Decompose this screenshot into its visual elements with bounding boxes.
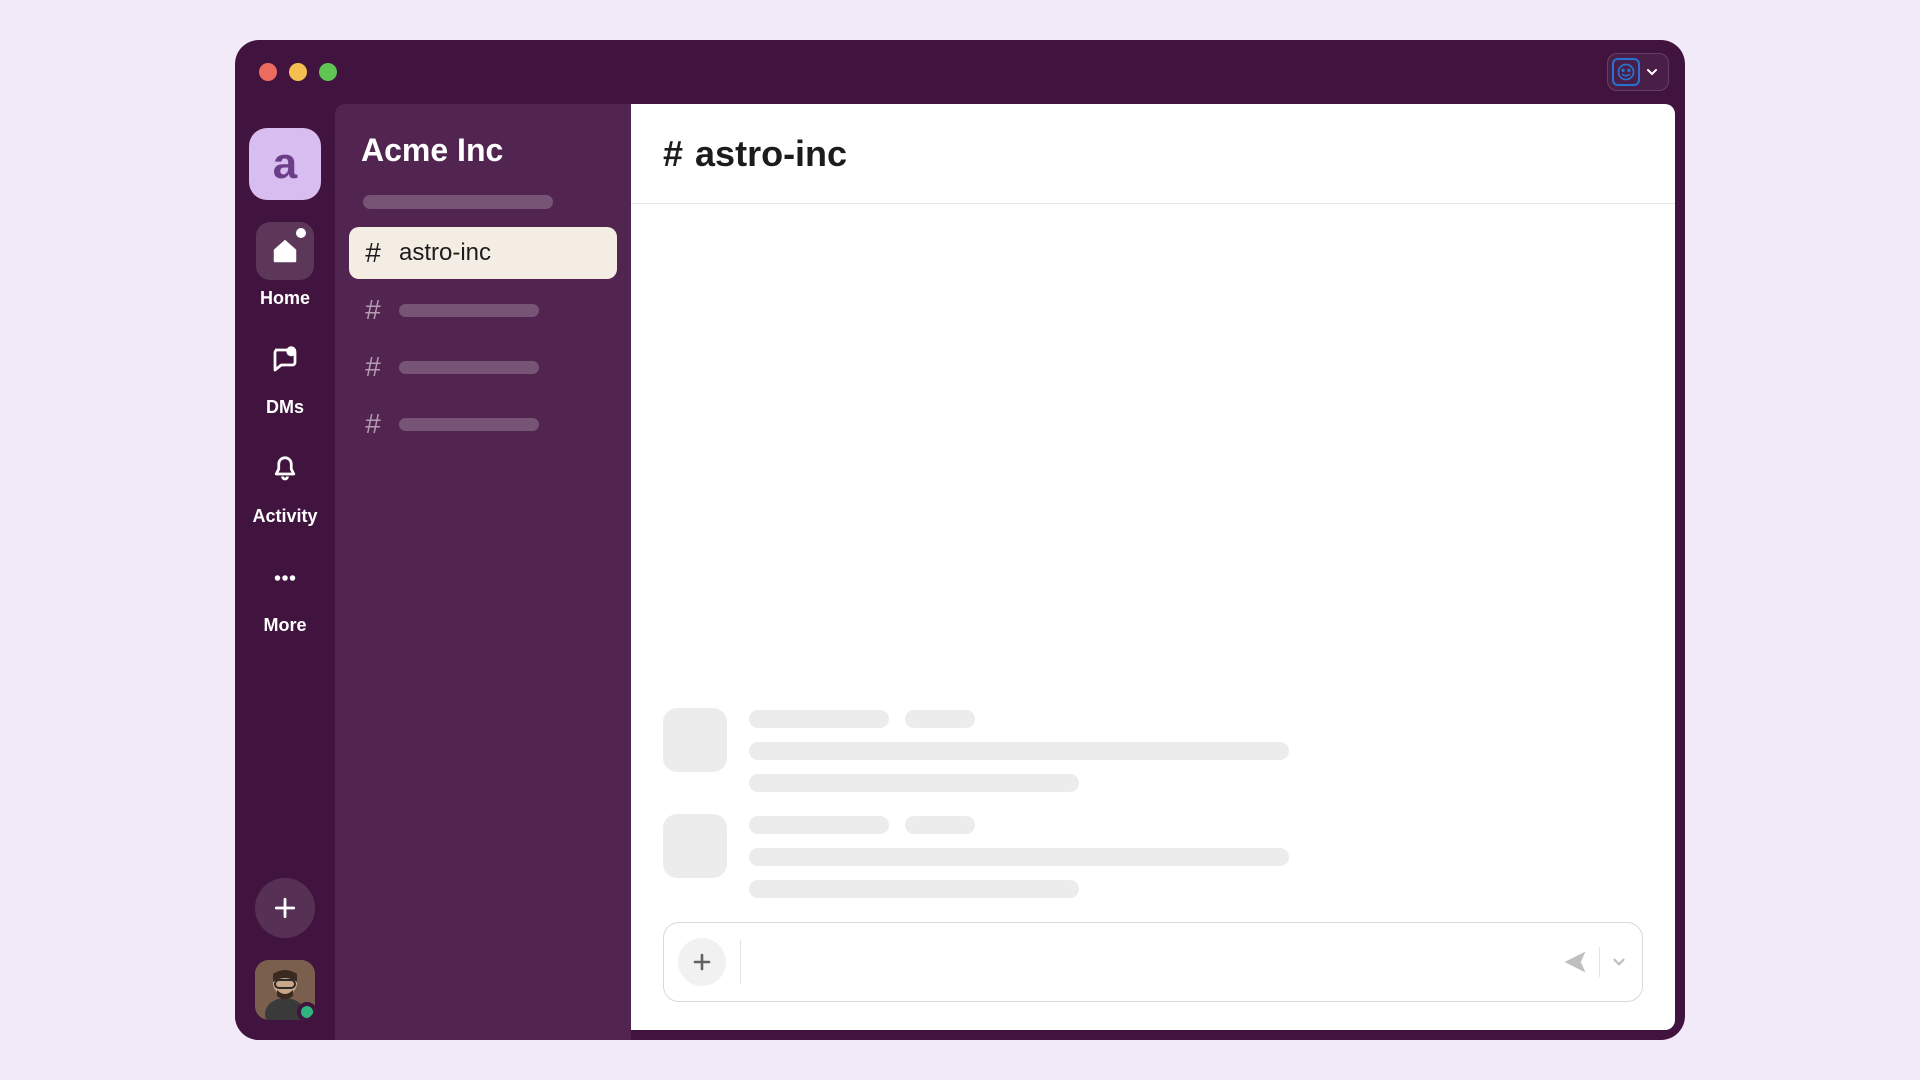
message-input[interactable] bbox=[755, 923, 1547, 1001]
left-rail: a Home DMs bbox=[235, 104, 335, 1040]
line-skeleton bbox=[749, 848, 1289, 866]
send-controls bbox=[1561, 947, 1628, 977]
hash-icon: # bbox=[363, 408, 383, 440]
titlebar bbox=[235, 40, 1685, 104]
attach-button[interactable] bbox=[678, 938, 726, 986]
message-skeleton bbox=[663, 708, 1643, 792]
dms-icon bbox=[270, 345, 300, 375]
line-skeleton bbox=[905, 816, 975, 834]
nav-dms-label: DMs bbox=[266, 397, 304, 418]
nav-dms[interactable]: DMs bbox=[256, 331, 314, 418]
nav-more[interactable]: More bbox=[256, 549, 314, 636]
ellipsis-icon bbox=[270, 563, 300, 593]
hash-icon: # bbox=[663, 133, 683, 175]
channel-skeleton bbox=[399, 304, 539, 317]
window-maximize-button[interactable] bbox=[319, 63, 337, 81]
nav-home-label: Home bbox=[260, 288, 310, 309]
home-icon-box bbox=[256, 222, 314, 280]
channel-content: # astro-inc bbox=[631, 104, 1675, 1030]
message-list bbox=[631, 204, 1675, 906]
line-skeleton bbox=[749, 774, 1079, 792]
channel-header[interactable]: # astro-inc bbox=[631, 104, 1675, 204]
message-composer bbox=[663, 922, 1643, 1002]
channel-placeholder[interactable]: # bbox=[349, 398, 617, 450]
workspace-menu-button[interactable] bbox=[1607, 53, 1669, 91]
hash-icon: # bbox=[363, 351, 383, 383]
traffic-lights bbox=[259, 63, 337, 81]
channel-name-label: astro-inc bbox=[399, 239, 491, 267]
bell-icon bbox=[270, 454, 300, 484]
channel-placeholder[interactable]: # bbox=[349, 284, 617, 336]
plus-icon bbox=[690, 950, 714, 974]
channel-placeholder[interactable]: # bbox=[349, 341, 617, 393]
nav-activity-label: Activity bbox=[252, 506, 317, 527]
line-skeleton bbox=[749, 742, 1289, 760]
chevron-down-icon[interactable] bbox=[1610, 953, 1628, 971]
dms-icon-box bbox=[256, 331, 314, 389]
plus-icon bbox=[272, 895, 298, 921]
avatar-skeleton bbox=[663, 814, 727, 878]
message-skeleton bbox=[663, 814, 1643, 898]
agenty-icon bbox=[1612, 58, 1640, 86]
workspace-button[interactable]: a bbox=[249, 128, 321, 200]
separator bbox=[740, 940, 741, 984]
nav-more-label: More bbox=[263, 615, 306, 636]
send-icon[interactable] bbox=[1561, 948, 1589, 976]
line-skeleton bbox=[905, 710, 975, 728]
window-close-button[interactable] bbox=[259, 63, 277, 81]
home-icon bbox=[270, 236, 300, 266]
channel-astro-inc[interactable]: # astro-inc bbox=[349, 227, 617, 279]
avatar-skeleton bbox=[663, 708, 727, 772]
channel-title: astro-inc bbox=[695, 133, 847, 175]
line-skeleton bbox=[749, 710, 889, 728]
workspace-letter: a bbox=[273, 139, 297, 189]
workspace-name[interactable]: Acme Inc bbox=[349, 132, 617, 195]
notification-dot bbox=[296, 228, 306, 238]
nav-home[interactable]: Home bbox=[256, 222, 314, 309]
channel-skeleton bbox=[399, 418, 539, 431]
app-window: a Home DMs bbox=[235, 40, 1685, 1040]
user-avatar[interactable] bbox=[255, 960, 315, 1020]
sidebar-skeleton-section bbox=[363, 195, 553, 209]
presence-indicator bbox=[297, 1002, 315, 1020]
chevron-down-icon bbox=[1644, 64, 1660, 80]
activity-icon-box bbox=[256, 440, 314, 498]
window-minimize-button[interactable] bbox=[289, 63, 307, 81]
channel-skeleton bbox=[399, 361, 539, 374]
hash-icon: # bbox=[363, 294, 383, 326]
main-area: a Home DMs bbox=[235, 104, 1685, 1040]
more-icon-box bbox=[256, 549, 314, 607]
separator bbox=[1599, 947, 1600, 977]
nav-activity[interactable]: Activity bbox=[252, 440, 317, 527]
line-skeleton bbox=[749, 880, 1079, 898]
channel-sidebar: Acme Inc # astro-inc # # # bbox=[335, 104, 631, 1040]
create-new-button[interactable] bbox=[255, 878, 315, 938]
hash-icon: # bbox=[363, 237, 383, 269]
line-skeleton bbox=[749, 816, 889, 834]
